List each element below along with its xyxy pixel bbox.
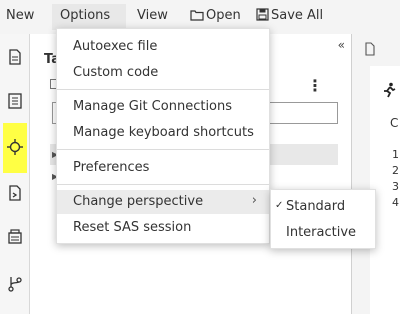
folder-icon bbox=[190, 10, 204, 21]
menu-view[interactable]: View bbox=[137, 8, 168, 23]
line-number: 1 bbox=[392, 148, 399, 161]
menu-item-manage-keyboard-shortcuts[interactable]: Manage keyboard shortcuts bbox=[57, 121, 269, 145]
menu-save-all-label: Save All bbox=[271, 8, 324, 23]
menu-save-all[interactable]: Save All bbox=[256, 8, 323, 23]
menu-open[interactable]: Open bbox=[190, 8, 241, 23]
import-icon[interactable] bbox=[6, 184, 24, 202]
report-icon[interactable] bbox=[6, 92, 24, 110]
document-icon[interactable] bbox=[6, 48, 24, 66]
submenu-item-standard-label: Standard bbox=[286, 199, 346, 214]
snippet-icon[interactable] bbox=[6, 138, 24, 156]
runner-icon[interactable] bbox=[382, 82, 396, 98]
menu-item-autoexec-file[interactable]: Autoexec file bbox=[57, 35, 269, 59]
more-options-button[interactable]: ⋮ bbox=[307, 76, 323, 95]
line-number: 2 bbox=[392, 164, 399, 177]
perspective-submenu: ✓ Standard Interactive bbox=[270, 189, 376, 249]
menu-options[interactable]: Options bbox=[52, 4, 126, 30]
menu-new[interactable]: New bbox=[6, 8, 34, 23]
git-icon[interactable] bbox=[6, 274, 24, 292]
menu-item-change-perspective[interactable]: Change perspective › bbox=[57, 190, 269, 214]
document-icon bbox=[365, 42, 375, 56]
menu-divider bbox=[57, 184, 269, 185]
chevron-right-icon: › bbox=[251, 193, 257, 208]
menu-divider bbox=[57, 149, 269, 150]
menu-open-label: Open bbox=[206, 8, 241, 23]
navigation-rail bbox=[0, 34, 30, 314]
line-number: 3 bbox=[392, 180, 399, 193]
menu-item-preferences[interactable]: Preferences bbox=[57, 156, 269, 180]
menu-item-custom-code[interactable]: Custom code bbox=[57, 61, 269, 85]
menu-item-change-perspective-label: Change perspective bbox=[73, 194, 204, 209]
line-number: 4 bbox=[392, 196, 399, 209]
collapse-pane-button[interactable]: « bbox=[338, 38, 345, 52]
editor-pane: C 1 2 3 4 bbox=[352, 34, 400, 314]
options-menu: Autoexec file Custom code Manage Git Con… bbox=[56, 28, 270, 244]
editor-tab-letter: C bbox=[390, 116, 399, 130]
menu-item-reset-sas-session[interactable]: Reset SAS session bbox=[57, 216, 269, 240]
menu-divider bbox=[57, 89, 269, 90]
libraries-icon[interactable] bbox=[6, 228, 24, 246]
menu-item-manage-git-connections[interactable]: Manage Git Connections bbox=[57, 95, 269, 119]
save-icon bbox=[256, 8, 269, 21]
submenu-item-standard[interactable]: ✓ Standard bbox=[271, 195, 375, 219]
submenu-item-interactive[interactable]: Interactive bbox=[271, 221, 375, 245]
checkmark-icon: ✓ bbox=[275, 200, 284, 211]
